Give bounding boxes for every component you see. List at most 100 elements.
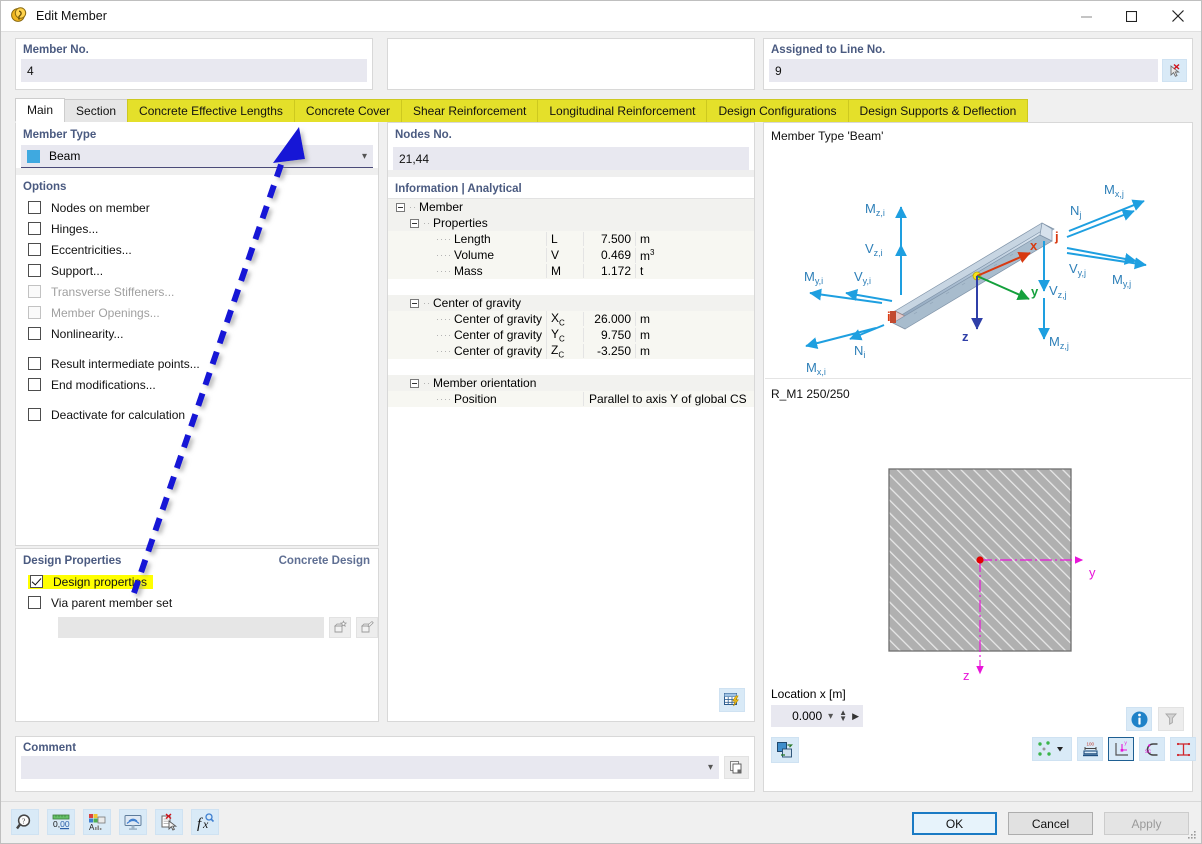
tab-longitudinal-reinforcement[interactable]: Longitudinal Reinforcement [537,99,708,122]
checkbox-hinges[interactable] [28,222,41,235]
information-analytical-header: Information | Analytical [388,177,754,199]
location-x-input[interactable]: 0.000 ▾ ▲ ▼ ▶ [771,705,863,727]
render-mode-icon[interactable] [771,737,799,763]
force-label-vyi: Vy,i [854,269,871,286]
checkbox-design-properties[interactable] [30,575,43,588]
option-support[interactable]: Support... [16,260,378,281]
chevron-down-icon[interactable]: ▾ [708,762,713,773]
checkbox-end-modifications[interactable] [28,378,41,391]
tab-concrete-cover[interactable]: Concrete Cover [293,99,402,122]
via-parent-member-set-label: Via parent member set [51,595,173,610]
cancel-button[interactable]: Cancel [1008,812,1093,835]
parent-member-set-input[interactable] [58,617,325,638]
copy-icon[interactable] [724,756,749,779]
option-end-modifications[interactable]: End modifications... [16,374,378,395]
resize-grip[interactable] [1186,829,1198,841]
table-row[interactable]: ···· Volume V 0.469 m3 [388,247,754,263]
option-nonlinearity[interactable]: Nonlinearity... [16,323,378,344]
table-row[interactable]: ···· Position Parallel to axis Y of globa… [388,391,754,407]
section-caption: R_M1 250/250 [771,387,850,401]
dimensions-icon[interactable]: 100 [1077,737,1103,761]
select-objects-icon[interactable] [155,809,183,835]
shear-center-icon[interactable]: sc [1139,737,1165,761]
pick-line-icon[interactable] [1162,59,1187,82]
ok-button[interactable]: OK [912,812,997,835]
display-properties-icon[interactable]: A [83,809,111,835]
via-parent-member-set-row[interactable]: Via parent member set [16,592,378,613]
tab-shear-reinforcement[interactable]: Shear Reinforcement [400,99,539,122]
formula-icon[interactable]: f x [191,809,219,835]
design-properties-header: Design Properties Concrete Design [16,549,378,571]
option-eccentricities[interactable]: Eccentricities... [16,239,378,260]
section-axis-label-y: y [1089,565,1096,580]
tree-node-member[interactable]: ·· Member [388,199,754,215]
comment-input[interactable]: ▾ [21,756,719,779]
checkbox-support[interactable] [28,264,41,277]
row-label: Mass [454,264,483,278]
nodes-no-label: Nodes No. [395,129,452,141]
option-transverse-stiffeners: Transverse Stiffeners... [16,281,378,302]
row-symbol: V [546,248,583,262]
table-row[interactable]: ···· Center of gravity XC 26.000 m [388,310,754,328]
node-label-j: j [1054,229,1059,244]
nodes-display-icon[interactable] [1032,737,1072,761]
tree-node-properties[interactable]: ·· Properties [388,215,754,231]
minimize-button[interactable] [1064,1,1109,32]
maximize-button[interactable] [1109,1,1154,32]
option-label: Nodes on member [51,200,150,215]
force-label-vyj: Vy,j [1069,261,1086,278]
section-dims-icon[interactable] [1170,737,1196,761]
zoom-info-icon[interactable]: ? [11,809,39,835]
tab-design-supports-deflection[interactable]: Design Supports & Deflection [847,99,1029,122]
option-member-openings: Member Openings... [16,302,378,323]
design-properties-row[interactable]: Design properties [16,571,378,592]
tree-node-center-of-gravity[interactable]: ·· Center of gravity [388,295,754,311]
table-row[interactable]: ···· Mass M 1.172 t [388,263,754,279]
collapse-icon[interactable] [410,218,419,228]
node-label-i: i [887,309,891,324]
option-nodes-on-member[interactable]: Nodes on member [16,197,378,218]
checkbox-result-intermediate-points[interactable] [28,357,41,370]
checkbox-nonlinearity[interactable] [28,327,41,340]
checkbox-deactivate-for-calculation[interactable] [28,408,41,421]
force-label-mxi: Mx,i [806,360,826,377]
member-no-input[interactable]: 4 [21,59,367,82]
collapse-icon[interactable] [396,202,405,212]
cross-section-view: y z [764,401,1192,683]
edit-member-set-icon[interactable] [356,617,379,638]
collapse-icon[interactable] [410,378,419,388]
spinner-arrows[interactable]: ▲ ▼ [839,709,847,723]
units-icon[interactable]: 0,00 [47,809,75,835]
location-block: Location x [m] 0.000 ▾ ▲ ▼ ▶ 100 y sc [764,681,1196,769]
force-label-myj: My,j [1112,272,1131,289]
option-deactivate-for-calculation[interactable]: Deactivate for calculation [16,404,378,425]
next-location-icon[interactable]: ▶ [852,711,859,722]
checkbox-eccentricities[interactable] [28,243,41,256]
tab-main[interactable]: Main [15,98,66,122]
new-member-set-icon[interactable] [329,617,352,638]
checkbox-nodes-on-member[interactable] [28,201,41,214]
middle-panel: Nodes No. 21,44 Information | Analytical… [387,122,755,722]
tab-design-configurations[interactable]: Design Configurations [706,99,849,122]
member-type-combo[interactable]: Beam ▾ [21,145,373,168]
option-result-intermediate-points[interactable]: Result intermediate points... [16,353,378,374]
svg-text:0,00: 0,00 [53,819,70,829]
tree-node-member-orientation[interactable]: ·· Member orientation [388,375,754,391]
nodes-no-input[interactable]: 21,44 [393,147,749,170]
table-row[interactable]: ···· Center of gravity ZC -3.250 m [388,342,754,360]
chevron-down-icon[interactable]: ▾ [828,711,833,722]
info-icon[interactable] [1126,707,1152,731]
tab-section[interactable]: Section [64,99,129,122]
collapse-icon[interactable] [410,298,419,308]
results-table-icon[interactable] [719,688,745,712]
close-button[interactable] [1154,1,1201,32]
assigned-line-input[interactable]: 9 [769,59,1158,82]
table-row[interactable]: ···· Center of gravity YC 9.750 m [388,326,754,344]
option-hinges[interactable]: Hinges... [16,218,378,239]
table-row[interactable]: ···· Length L 7.500 m [388,231,754,247]
visibility-icon[interactable] [119,809,147,835]
checkbox-via-parent-member-set[interactable] [28,596,41,609]
local-axes-icon[interactable]: y [1108,737,1134,761]
tab-concrete-effective-lengths[interactable]: Concrete Effective Lengths [127,99,295,122]
